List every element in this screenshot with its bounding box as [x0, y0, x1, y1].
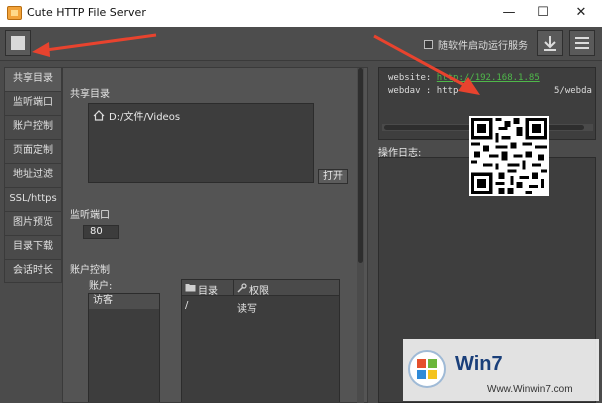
shared-dir-list[interactable]: D:/文件/Videos: [88, 103, 314, 183]
permission-row-perm[interactable]: 读写: [237, 300, 257, 315]
webdav-url-end[interactable]: 5/webda: [554, 86, 592, 96]
column-header-perm[interactable]: 权限: [249, 282, 269, 297]
tab-image-preview[interactable]: 图片预览: [4, 211, 62, 235]
hamburger-menu-icon: [575, 37, 589, 49]
watermark-logo: Win7 Www.Winwin7.com: [403, 339, 599, 401]
download-icon: [544, 36, 556, 51]
home-folder-icon: [93, 110, 105, 121]
settings-tabs: 共享目录 监听端口 账户控制 页面定制 地址过滤 SSL/https 图片预览 …: [4, 67, 62, 283]
tab-ssl-https[interactable]: SSL/https: [4, 187, 62, 211]
open-folder-button[interactable]: 打开: [318, 169, 348, 184]
folder-icon: [185, 284, 196, 292]
tab-page-custom[interactable]: 页面定制: [4, 139, 62, 163]
qr-code-image: [469, 116, 549, 196]
account-control-heading: 账户控制: [70, 265, 110, 276]
stop-server-button[interactable]: [5, 30, 31, 56]
maximize-button[interactable]: ☐: [530, 4, 556, 22]
watermark-logo-text: Win7: [455, 353, 503, 375]
folder-entry[interactable]: D:/文件/Videos: [93, 108, 180, 123]
settings-panel: 共享目录 D:/文件/Videos 打开 监听端口 80 账户控制 账户: 访客…: [62, 67, 368, 403]
tab-address-filter[interactable]: 地址过滤: [4, 163, 62, 187]
column-header-dir[interactable]: 目录: [198, 282, 218, 297]
shared-dir-heading: 共享目录: [70, 89, 110, 100]
watermark-site-text: Www.Winwin7.com: [487, 384, 573, 395]
tab-session-duration[interactable]: 会话时长: [4, 259, 62, 283]
listen-port-heading: 监听端口: [70, 210, 110, 221]
panel-scrollbar-thumb[interactable]: [358, 68, 363, 263]
tab-shared-dir[interactable]: 共享目录: [4, 67, 62, 91]
minimize-button[interactable]: —: [496, 4, 522, 22]
permission-row-dir[interactable]: /: [185, 300, 188, 311]
title-bar: Cute HTTP File Server — ☐ ✕: [0, 0, 602, 27]
download-button[interactable]: [537, 30, 563, 56]
tab-listen-port[interactable]: 监听端口: [4, 91, 62, 115]
app-icon: [7, 6, 22, 20]
account-label: 账户:: [89, 281, 113, 292]
column-divider: [233, 280, 234, 296]
permission-table[interactable]: 目录 权限 / 读写: [181, 279, 340, 402]
account-item[interactable]: 访客: [89, 294, 159, 309]
folder-path: D:/文件/Videos: [109, 112, 181, 123]
arrow-annotation-left: [32, 33, 157, 57]
key-icon: [237, 283, 247, 293]
tab-dir-download[interactable]: 目录下载: [4, 235, 62, 259]
account-list[interactable]: 访客: [88, 293, 160, 402]
window-title: Cute HTTP File Server: [27, 6, 146, 19]
panel-scrollbar[interactable]: [357, 68, 364, 403]
tab-account-control[interactable]: 账户控制: [4, 115, 62, 139]
close-button[interactable]: ✕: [568, 4, 594, 22]
port-input[interactable]: 80: [83, 225, 119, 239]
permission-table-header: 目录 权限: [182, 280, 339, 297]
menu-button[interactable]: [569, 30, 595, 56]
arrow-annotation-right: [373, 34, 480, 95]
stop-square-icon: [11, 36, 25, 50]
